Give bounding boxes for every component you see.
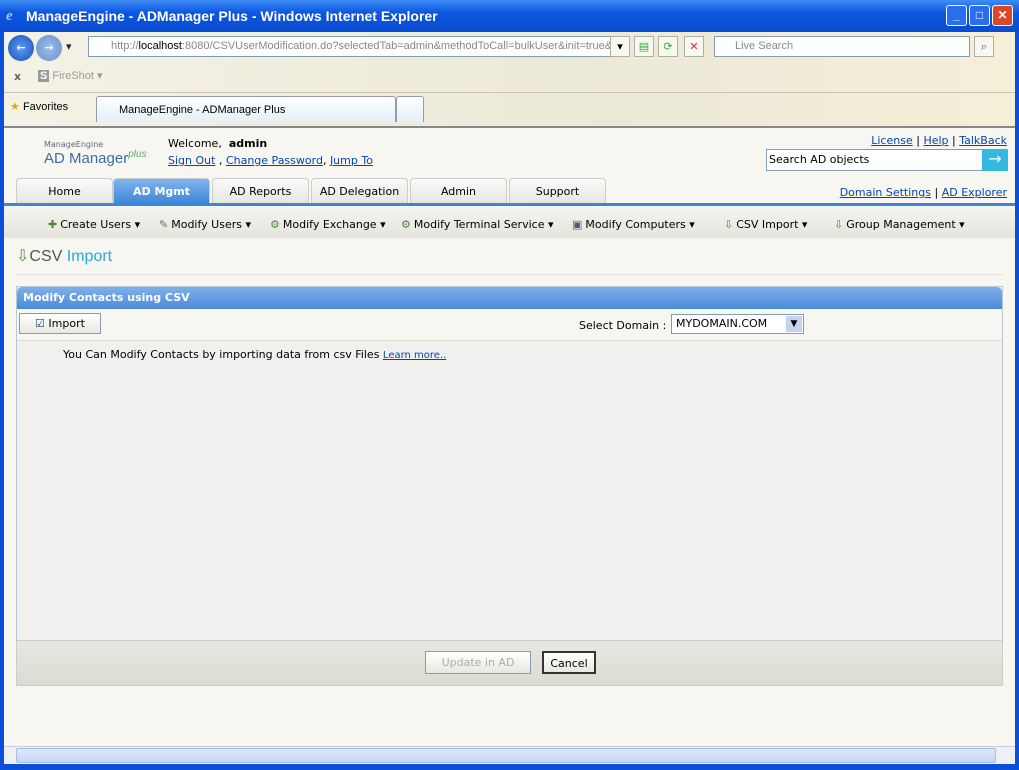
search-button[interactable]: ⌕ xyxy=(974,36,994,57)
address-bar[interactable]: http://localhost:8080/CSVUserModificatio… xyxy=(88,36,630,57)
live-search-input[interactable]: Live Search xyxy=(714,36,970,57)
stop-button[interactable]: ✕ xyxy=(684,36,704,57)
page-content: ManageEngine AD Managerplus Welcome, adm… xyxy=(4,126,1015,746)
new-tab-button[interactable] xyxy=(396,96,424,122)
menu-csv-import[interactable]: ⇩ CSV Import ▾ xyxy=(724,218,807,231)
scrollbar-thumb[interactable] xyxy=(16,748,996,763)
browser-tab[interactable]: ManageEngine - ADManager Plus xyxy=(96,96,396,122)
minimize-button[interactable]: _ xyxy=(946,5,967,26)
back-button[interactable]: ← xyxy=(8,35,34,61)
page-title: ⇩CSV Import xyxy=(16,248,113,265)
browser-toolbar: ← → ▾ http://localhost:8080/CSVUserModif… xyxy=(4,32,1015,126)
search-go-button[interactable]: → xyxy=(982,149,1008,171)
csv-import-icon: ⇩ xyxy=(16,248,30,265)
panel-footer: Update in AD Cancel xyxy=(16,640,1003,686)
maximize-button[interactable]: □ xyxy=(969,5,990,26)
tab-home[interactable]: Home xyxy=(16,178,113,204)
star-icon: ★ xyxy=(10,101,20,113)
help-link[interactable]: Help xyxy=(923,134,948,147)
tab-ad-mgmt[interactable]: AD Mgmt xyxy=(113,178,210,204)
search-ad-input[interactable]: Search AD objects xyxy=(766,149,984,171)
learn-more-link[interactable]: Learn more.. xyxy=(383,350,446,361)
admanager-logo: ManageEngine AD Managerplus xyxy=(44,140,147,167)
jump-to-link[interactable]: Jump To xyxy=(330,154,373,167)
refresh-button[interactable]: ⟳ xyxy=(658,36,678,57)
address-dropdown[interactable]: ▾ xyxy=(610,36,630,57)
tab-ad-reports[interactable]: AD Reports xyxy=(212,178,309,204)
horizontal-scrollbar[interactable] xyxy=(4,746,1015,764)
cancel-button[interactable]: Cancel xyxy=(542,651,596,674)
tab-ad-delegation[interactable]: AD Delegation xyxy=(311,178,408,204)
recent-pages-dropdown[interactable]: ▾ xyxy=(66,40,72,53)
import-button[interactable]: ☑ Import xyxy=(19,313,101,334)
tab-support[interactable]: Support xyxy=(509,178,606,204)
close-button[interactable]: ✕ xyxy=(992,5,1013,26)
window-title-bar: e ManageEngine - ADManager Plus - Window… xyxy=(0,0,1019,32)
update-in-ad-button[interactable]: Update in AD xyxy=(425,651,531,674)
favorites-button[interactable]: ★ Favorites xyxy=(10,100,68,113)
change-password-link[interactable]: Change Password xyxy=(226,154,323,167)
talkback-link[interactable]: TalkBack xyxy=(959,134,1007,147)
import-icon: ☑ xyxy=(35,317,45,330)
ie-logo-icon: e xyxy=(6,8,13,24)
panel-title: Modify Contacts using CSV xyxy=(17,287,1002,309)
ad-explorer-link[interactable]: AD Explorer xyxy=(942,186,1007,199)
sign-out-link[interactable]: Sign Out xyxy=(168,154,215,167)
fireshot-button[interactable]: S FireShot ▾ xyxy=(38,69,103,82)
close-toolbar-icon[interactable]: x xyxy=(14,70,21,83)
csv-panel: Modify Contacts using CSV ☑ Import Selec… xyxy=(16,286,1003,686)
license-link[interactable]: License xyxy=(871,134,912,147)
menu-group-management[interactable]: ⇩ Group Management ▾ xyxy=(834,218,965,231)
domain-select[interactable]: MYDOMAIN.COM ▼ xyxy=(671,314,804,334)
tab-admin[interactable]: Admin xyxy=(410,178,507,204)
menu-create-users[interactable]: ✚ Create Users ▾ xyxy=(48,218,140,231)
username: admin xyxy=(228,137,268,150)
menu-modify-terminal-service[interactable]: ⚙ Modify Terminal Service ▾ xyxy=(401,218,554,231)
compat-view-icon[interactable]: ▤ xyxy=(634,36,654,57)
info-text: You Can Modify Contacts by importing dat… xyxy=(63,348,380,361)
domain-settings-link[interactable]: Domain Settings xyxy=(840,186,931,199)
menu-modify-users[interactable]: ✎ Modify Users ▾ xyxy=(159,218,251,231)
submenu-bar: ✚ Create Users ▾ ✎ Modify Users ▾ ⚙ Modify … xyxy=(4,206,1015,238)
forward-button[interactable]: → xyxy=(36,35,62,61)
welcome-label: Welcome, xyxy=(168,137,222,150)
select-domain-label: Select Domain : xyxy=(579,319,667,332)
menu-modify-computers[interactable]: ▣ Modify Computers ▾ xyxy=(572,218,695,231)
menu-modify-exchange[interactable]: ⚙ Modify Exchange ▾ xyxy=(270,218,386,231)
window-title: ManageEngine - ADManager Plus - Windows … xyxy=(26,8,438,24)
